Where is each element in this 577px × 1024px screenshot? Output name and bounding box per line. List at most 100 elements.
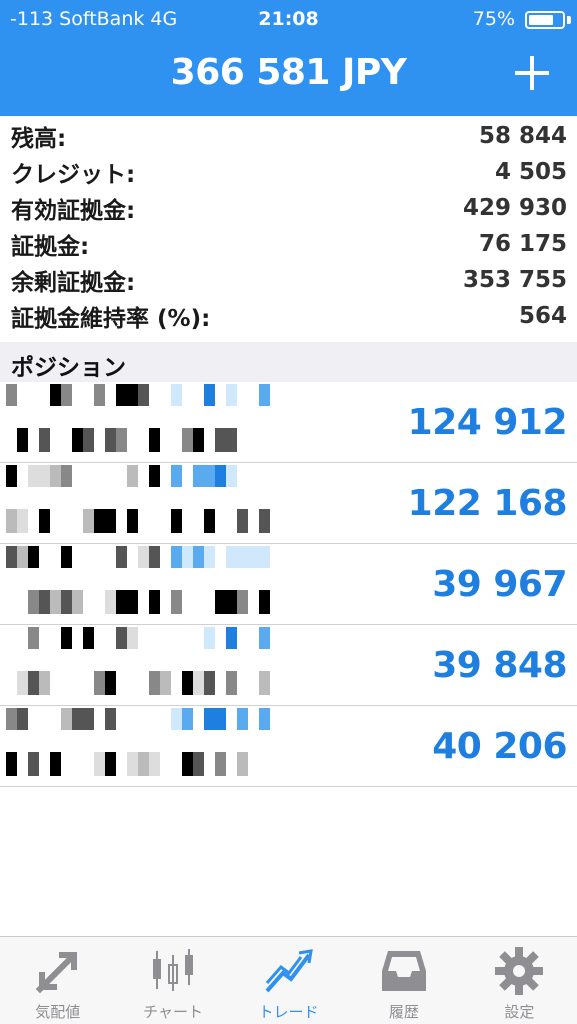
pixel-block <box>259 509 270 533</box>
pixel-block <box>193 546 204 568</box>
pixel-block <box>105 590 116 614</box>
position-profit: 122 168 <box>407 483 568 524</box>
margin-label: 証拠金: <box>11 234 90 260</box>
pixel-block <box>72 428 83 452</box>
pixel-block <box>149 428 160 452</box>
position-profit: 39 848 <box>432 645 567 686</box>
pixel-block <box>193 671 204 695</box>
pixel-block <box>83 509 94 533</box>
pixel-block <box>50 384 61 406</box>
pixel-block <box>182 546 193 568</box>
pixel-block <box>61 590 72 614</box>
position-row[interactable]: 124 912 <box>0 382 577 463</box>
pixel-block <box>182 708 193 730</box>
pixel-block <box>171 465 182 487</box>
tab-history[interactable]: 履歴 <box>346 937 461 1024</box>
pixel-block <box>149 671 160 695</box>
pixel-block <box>215 752 226 776</box>
pixel-block <box>149 465 160 487</box>
plus-icon[interactable] <box>515 56 549 90</box>
pixel-block <box>105 428 116 452</box>
pixel-block <box>215 465 226 487</box>
pixel-block <box>204 708 215 730</box>
pixel-block <box>116 384 127 406</box>
pixel-block <box>17 428 28 452</box>
pixel-block <box>105 752 116 776</box>
pixel-block <box>259 671 270 695</box>
pixel-block <box>171 384 182 406</box>
pixel-block <box>39 465 50 487</box>
pixel-block <box>61 465 72 487</box>
pixel-block <box>6 752 17 776</box>
credit-value: 4 505 <box>494 159 567 185</box>
account-row-margin: 証拠金: 76 175 <box>0 226 577 262</box>
pixel-block <box>204 465 215 487</box>
pixel-block <box>171 546 182 568</box>
margin-value: 76 175 <box>478 231 567 257</box>
pixel-block <box>204 384 215 406</box>
pixel-block <box>149 590 160 614</box>
account-summary: 残高: 58 844 クレジット: 4 505 有効証拠金: 429 930 証… <box>0 118 577 334</box>
candlestick-chart-icon <box>153 949 194 991</box>
quotes-arrows-icon <box>35 952 77 994</box>
gear-icon <box>495 947 544 995</box>
pixel-block <box>72 590 83 614</box>
position-row[interactable]: 40 206 <box>0 706 577 787</box>
tab-settings[interactable]: 設定 <box>462 937 577 1024</box>
pixel-block <box>17 509 28 533</box>
pixel-block <box>138 546 149 568</box>
pixel-block <box>237 752 248 776</box>
pixel-block <box>6 384 17 406</box>
free-margin-label: 余剰証拠金: <box>11 270 136 296</box>
pixel-block <box>105 708 116 730</box>
pixel-block <box>50 465 61 487</box>
battery-icon <box>525 11 565 29</box>
tab-chart[interactable]: チャート <box>115 937 230 1024</box>
pixel-block <box>116 546 127 568</box>
tab-quotes-label: 気配値 <box>35 1003 81 1021</box>
pixel-block <box>226 590 237 614</box>
equity-value: 429 930 <box>462 195 567 221</box>
pixel-block <box>138 752 149 776</box>
pixel-block <box>17 708 28 730</box>
pixel-block <box>215 428 226 452</box>
pixel-block <box>17 671 28 695</box>
pixel-block <box>226 546 237 568</box>
pixel-block <box>160 671 171 695</box>
pixel-block <box>28 546 39 568</box>
pixel-block <box>39 590 50 614</box>
pixel-block <box>226 671 237 695</box>
position-row[interactable]: 122 168 <box>0 463 577 544</box>
pixel-block <box>259 590 270 614</box>
pixel-block <box>28 752 39 776</box>
page-title: 366 581 JPY <box>170 52 407 93</box>
pixel-block <box>127 590 138 614</box>
top-bar: -113 SoftBank 4G 21:08 75% 366 581 JPY <box>0 0 577 116</box>
pixel-block <box>171 509 182 533</box>
pixel-block <box>94 752 105 776</box>
tab-quotes[interactable]: 気配値 <box>0 937 115 1024</box>
pixel-block <box>237 509 248 533</box>
margin-level-label: 証拠金維持率 (%): <box>11 306 211 332</box>
margin-level-value: 564 <box>518 303 567 329</box>
pixel-block <box>204 509 215 533</box>
pixel-block <box>61 384 72 406</box>
pixel-block <box>28 671 39 695</box>
position-profit: 39 967 <box>432 564 567 605</box>
pixel-block <box>6 509 17 533</box>
positions-section-header: ポジション <box>0 342 577 382</box>
position-row[interactable]: 39 848 <box>0 625 577 706</box>
battery-percent: 75% <box>472 8 515 30</box>
pixel-block <box>6 708 17 730</box>
pixel-block <box>149 752 160 776</box>
pixel-block <box>182 428 193 452</box>
pixel-block <box>6 465 17 487</box>
pixel-block <box>237 708 248 730</box>
tab-bar: 気配値 チャート トレード 履歴 設定 <box>0 936 577 1024</box>
tab-trade[interactable]: トレード <box>231 937 346 1024</box>
pixel-block <box>39 428 50 452</box>
pixel-block <box>50 752 61 776</box>
pixel-block <box>6 546 17 568</box>
pixel-block <box>83 627 94 649</box>
position-row[interactable]: 39 967 <box>0 544 577 625</box>
